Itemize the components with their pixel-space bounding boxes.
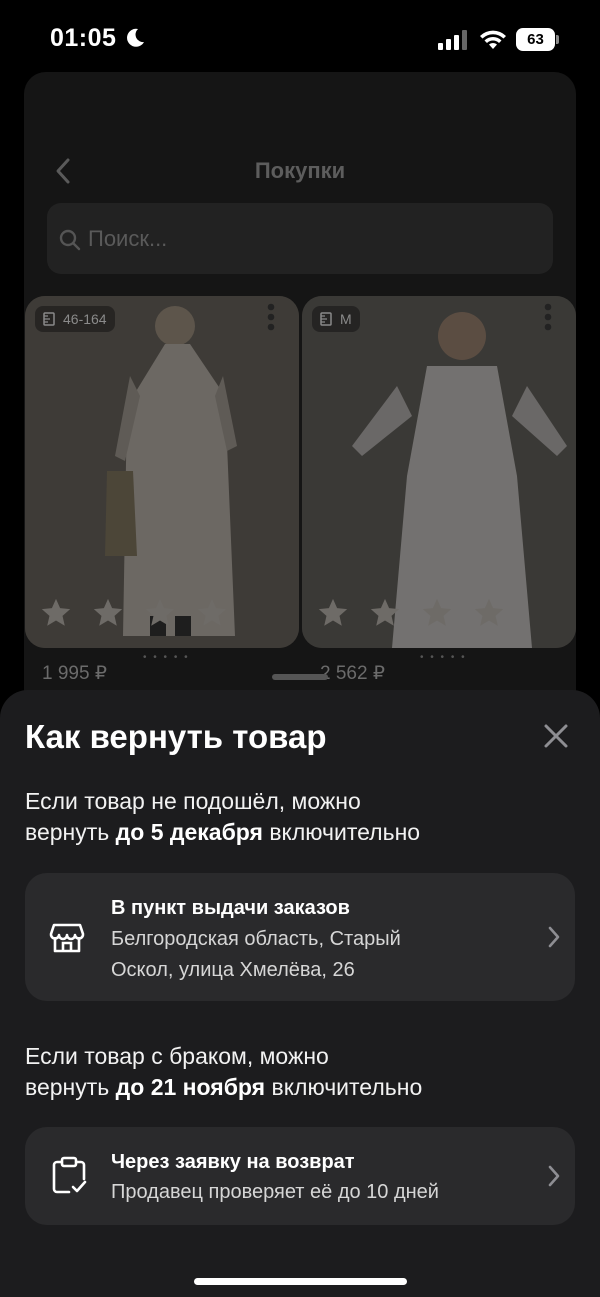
- close-icon[interactable]: [540, 720, 572, 752]
- status-bar: 01:05 63: [0, 0, 600, 70]
- image-pager-dots: • • • • •: [420, 652, 467, 663]
- request-subtitle: Продавец проверяет её до 10 дней: [111, 1181, 439, 1203]
- size-label: M: [340, 311, 352, 327]
- page-title: Покупки: [254, 158, 346, 183]
- star-icon[interactable]: [420, 596, 454, 630]
- normal-return-line1: Если товар не подошёл, можно: [25, 788, 361, 814]
- status-time: 01:05: [50, 24, 117, 52]
- moon-icon: [127, 28, 144, 47]
- chevron-right-icon: [548, 1165, 560, 1187]
- search-icon: [59, 229, 81, 251]
- more-options-icon[interactable]: [265, 302, 277, 332]
- pickup-point-option[interactable]: В пункт выдачи заказов Белгородская обла…: [25, 873, 575, 1001]
- rating-stars[interactable]: [316, 596, 506, 630]
- battery-level: 63: [516, 28, 555, 51]
- request-title: Через заявку на возврат: [111, 1151, 355, 1173]
- size-badge: M: [312, 306, 360, 332]
- screen: 01:05 63 Покупки Поиск... 46-164 M • • •…: [0, 0, 600, 1297]
- normal-return-deadline: до 5 декабря: [115, 819, 263, 845]
- search-placeholder: Поиск...: [88, 226, 168, 251]
- battery-icon: 63: [516, 28, 560, 51]
- sheet-grabber[interactable]: [272, 674, 328, 680]
- defect-return-line1: Если товар с браком, можно: [25, 1043, 329, 1069]
- star-icon[interactable]: [368, 596, 402, 630]
- product-card[interactable]: M: [302, 296, 576, 648]
- ruler-icon: [320, 312, 332, 326]
- star-icon[interactable]: [195, 596, 229, 630]
- sheet-title: Как вернуть товар: [25, 718, 327, 755]
- star-icon[interactable]: [39, 596, 73, 630]
- wifi-icon: [480, 30, 506, 49]
- pickup-address: Белгородская область, Старый Оскол, улиц…: [111, 928, 401, 981]
- star-icon[interactable]: [316, 596, 350, 630]
- more-options-icon[interactable]: [542, 302, 554, 332]
- pickup-title: В пункт выдачи заказов: [111, 897, 350, 919]
- defect-return-deadline: до 21 ноября: [115, 1074, 266, 1100]
- return-request-option[interactable]: Через заявку на возврат Продавец проверя…: [25, 1127, 575, 1225]
- defect-return-info: Если товар с браком, можно вернуть до 21…: [25, 1041, 422, 1103]
- size-badge: 46-164: [35, 306, 115, 332]
- star-icon[interactable]: [91, 596, 125, 630]
- store-icon: [49, 923, 85, 953]
- product-price: 2 562 ₽: [320, 663, 385, 684]
- product-card[interactable]: 46-164: [25, 296, 299, 648]
- home-indicator[interactable]: [194, 1278, 407, 1285]
- rating-stars[interactable]: [39, 596, 229, 630]
- clipboard-check-icon: [52, 1156, 87, 1194]
- product-price: 1 995 ₽: [42, 663, 107, 684]
- star-icon[interactable]: [472, 596, 506, 630]
- cellular-signal-icon: [438, 30, 467, 50]
- ruler-icon: [43, 312, 55, 326]
- image-pager-dots: • • • • •: [143, 652, 190, 663]
- normal-return-info: Если товар не подошёл, можно вернуть до …: [25, 786, 420, 848]
- size-label: 46-164: [63, 311, 107, 327]
- chevron-right-icon: [548, 926, 560, 948]
- defect-return-line2: вернуть до 21 ноября включительно: [25, 1074, 423, 1100]
- star-icon[interactable]: [143, 596, 177, 630]
- normal-return-line2: вернуть до 5 декабря включительно: [25, 819, 421, 845]
